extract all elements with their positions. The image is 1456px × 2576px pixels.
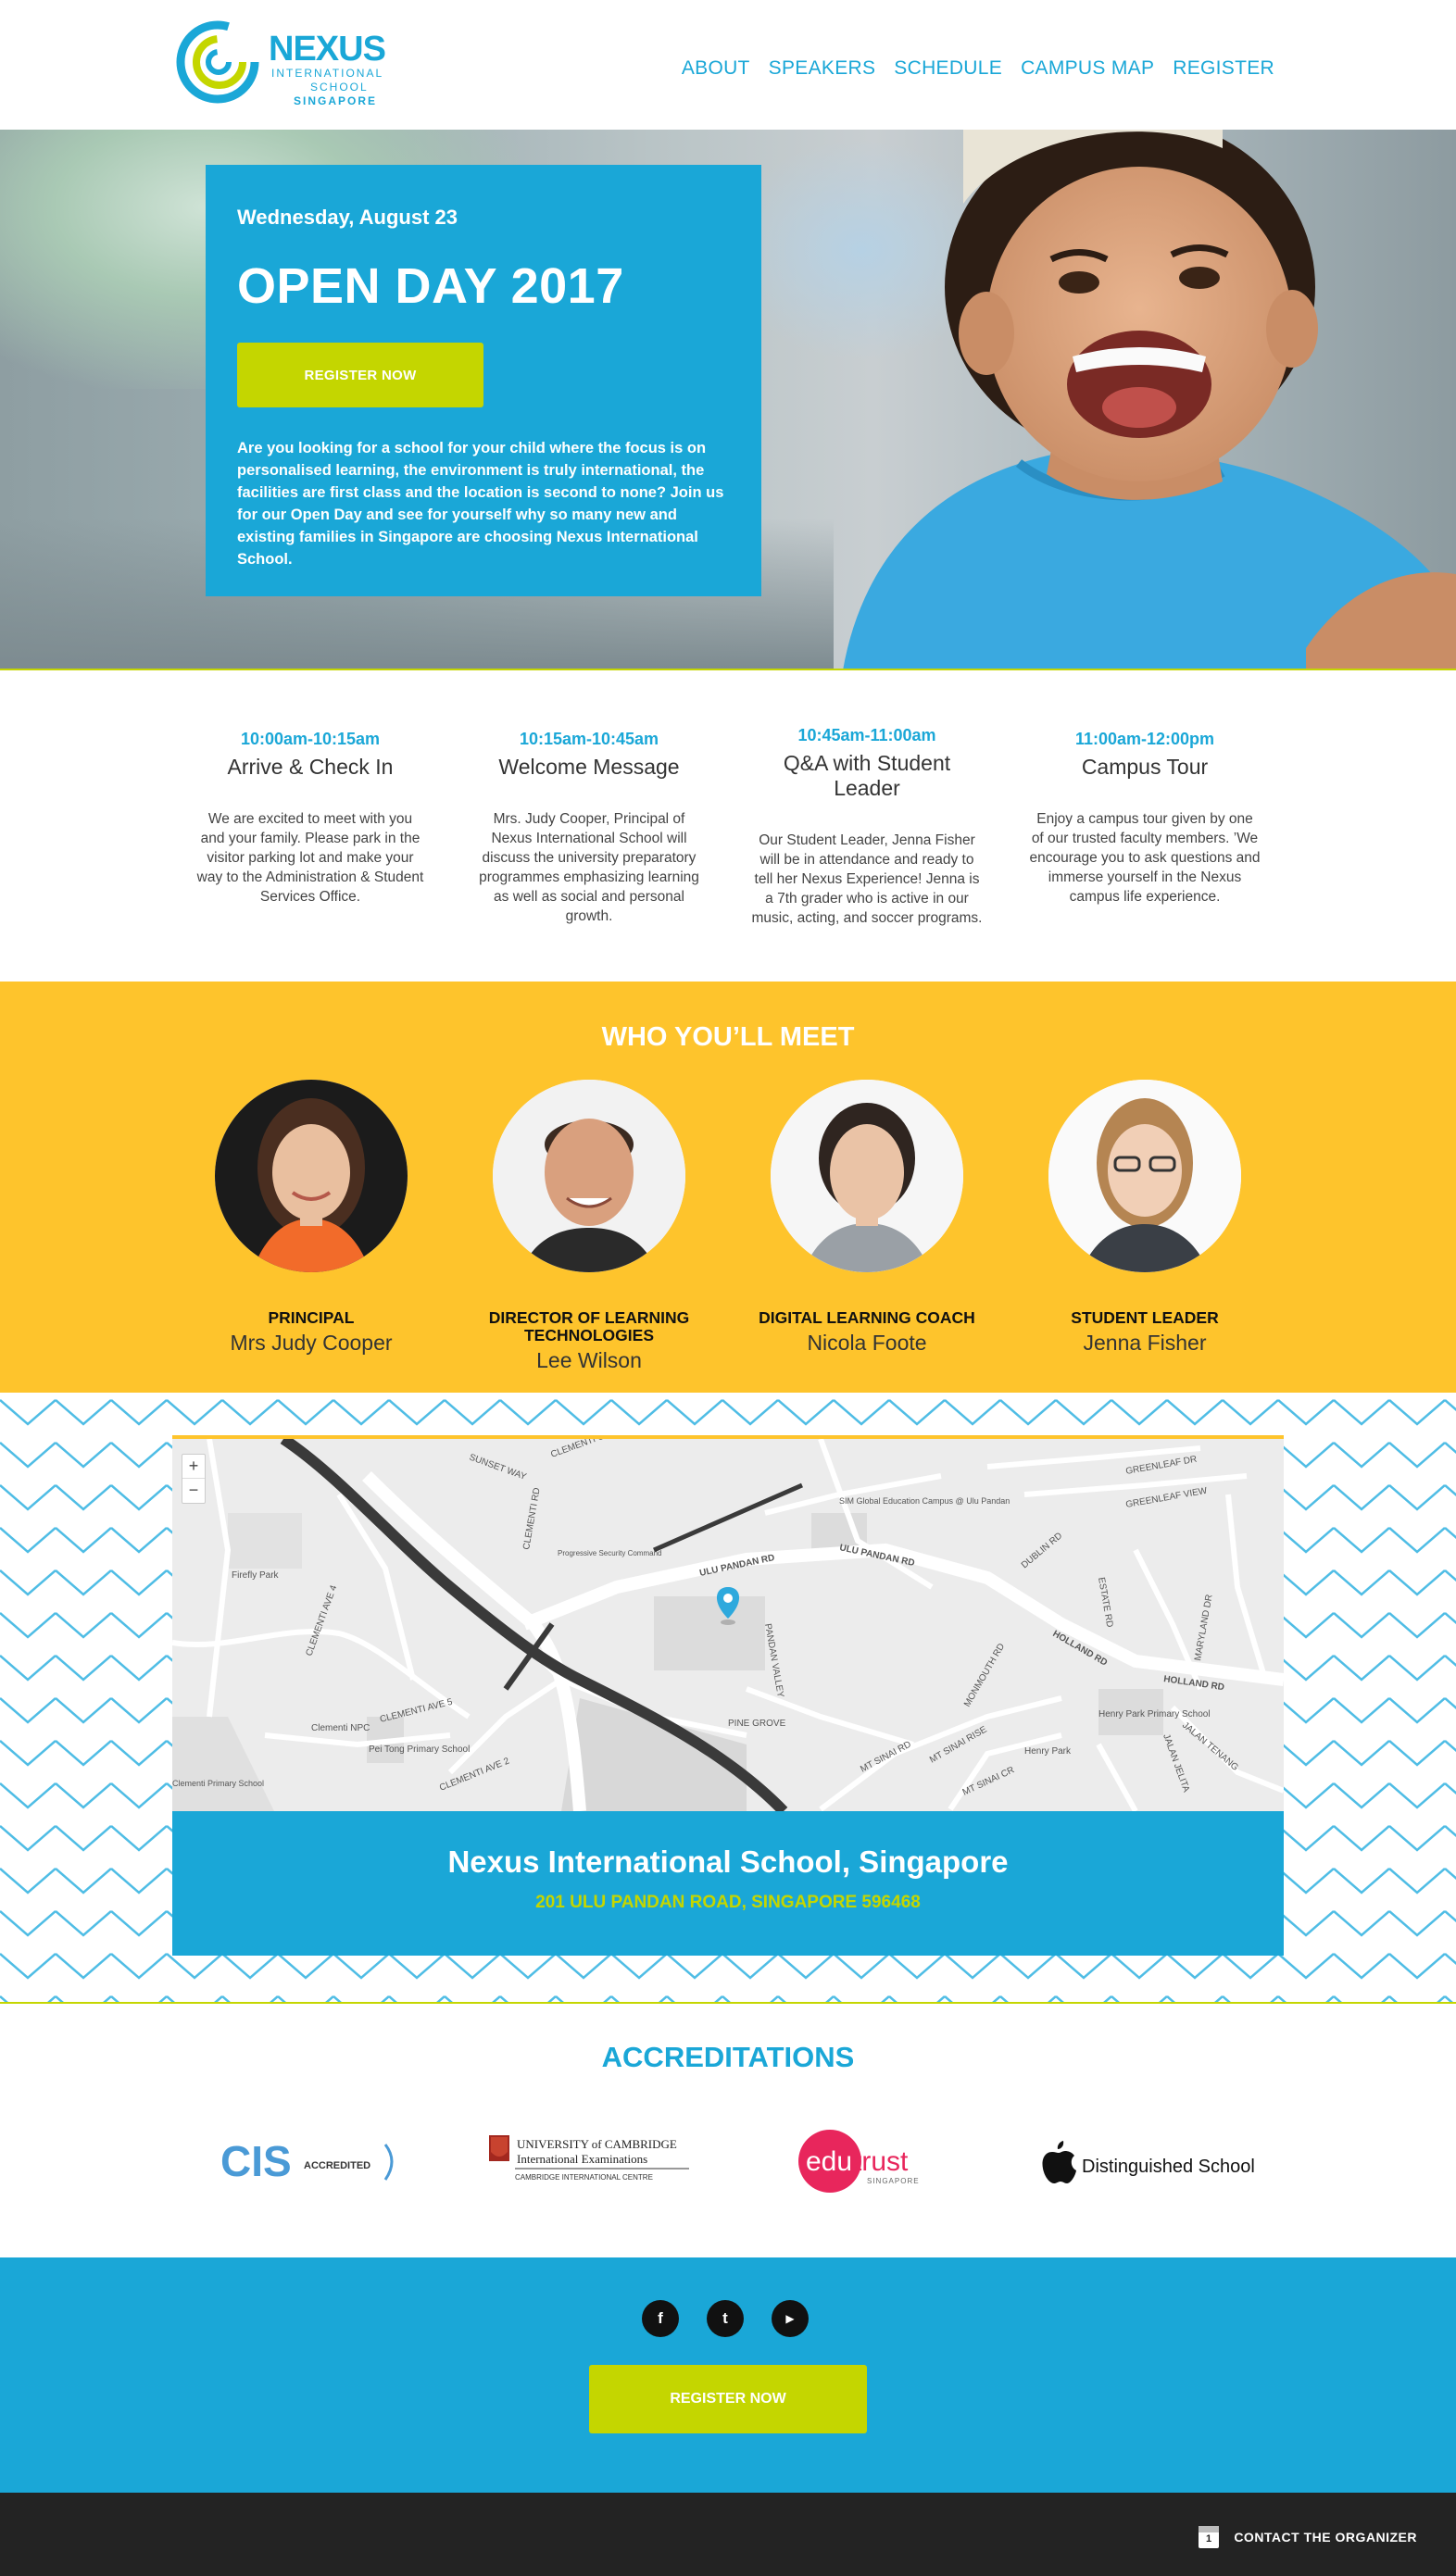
- school-address: 201 ULU PANDAN ROAD, SINGAPORE 596468: [535, 1893, 921, 1912]
- nav-register[interactable]: REGISTER: [1173, 57, 1274, 80]
- apple-distinguished-school-logo: Distinguished School: [1042, 2141, 1255, 2183]
- site-header: NEXUS INTERNATIONAL SCHOOL SINGAPORE ABO…: [0, 0, 1456, 130]
- logo-subline: SINGAPORE: [294, 94, 378, 107]
- schedule-item: 11:00am-12:00pm Campus Tour Enjoy a camp…: [1029, 730, 1261, 907]
- calendar-icon: 1: [1199, 2526, 1220, 2548]
- svg-text:CAMBRIDGE INTERNATIONAL CENTRE: CAMBRIDGE INTERNATIONAL CENTRE: [515, 2173, 653, 2182]
- speaker-role: PRINCIPAL: [268, 1308, 355, 1327]
- svg-text:CIS: CIS: [220, 2137, 292, 2185]
- map-label: Clementi Primary School: [172, 1779, 264, 1788]
- nav-campus-map[interactable]: CAMPUS MAP: [1021, 57, 1154, 80]
- logo-subline: INTERNATIONAL: [271, 67, 384, 80]
- schedule-description: Our Student Leader, Jenna Fisher will be…: [751, 832, 983, 926]
- schedule-item: 10:15am-10:45am Welcome Message Mrs. Jud…: [473, 730, 705, 926]
- map-label: PINE GROVE: [728, 1719, 786, 1729]
- accreditations-section: ACCREDITATIONS CIS ACCREDITED UNIVERSITY…: [0, 2004, 1456, 2257]
- schedule-time: 10:45am-11:00am: [797, 726, 936, 744]
- event-description: Are you looking for a school for your ch…: [237, 440, 724, 568]
- facebook-icon[interactable]: f: [642, 2300, 679, 2337]
- speaker-name: Mrs Judy Cooper: [230, 1331, 393, 1355]
- schedule-description: Enjoy a campus tour given by one of our …: [1029, 811, 1261, 905]
- hero-card: Wednesday, August 23 OPEN DAY 2017 REGIS…: [206, 165, 761, 596]
- apple-icon: [1042, 2141, 1076, 2183]
- bottom-bar: 1 CONTACT THE ORGANIZER: [0, 2493, 1456, 2576]
- schedule-title: Arrive & Check In: [227, 755, 394, 779]
- nexus-logo[interactable]: NEXUS INTERNATIONAL SCHOOL SINGAPORE: [176, 19, 398, 111]
- speaker-card: PRINCIPAL Mrs Judy Cooper: [191, 1080, 432, 1356]
- map-label: Henry Park Primary School: [1098, 1709, 1211, 1719]
- speaker-name: Lee Wilson: [536, 1348, 642, 1372]
- youtube-icon[interactable]: ▶: [772, 2300, 809, 2337]
- speaker-role: STUDENT LEADER: [1071, 1308, 1219, 1327]
- zoom-in-button[interactable]: +: [182, 1455, 205, 1479]
- schedule-title: Campus Tour: [1081, 755, 1209, 779]
- schedule-time: 11:00am-12:00pm: [1074, 730, 1215, 748]
- speaker-name: Jenna Fisher: [1083, 1331, 1207, 1355]
- cambridge-logo: UNIVERSITY of CAMBRIDGE International Ex…: [489, 2135, 689, 2182]
- map-label: Henry Park: [1024, 1746, 1072, 1757]
- logo-wordmark: NEXUS: [269, 30, 386, 69]
- schedule-description: We are excited to meet with you and your…: [196, 811, 424, 905]
- speaker-photo: [215, 1080, 408, 1272]
- map-label: Pei Tong Primary School: [369, 1744, 470, 1755]
- speakers-section: WHO YOU’LL MEET PRINCIPAL Mrs Judy Coope…: [0, 982, 1456, 1393]
- contact-organizer-label: CONTACT THE ORGANIZER: [1234, 2530, 1417, 2545]
- social-links: f t ▶: [642, 2300, 809, 2337]
- schedule-title: Welcome Message: [498, 755, 680, 779]
- svg-text:trust: trust: [854, 2146, 909, 2177]
- calendar-icon-day: 1: [1206, 2533, 1212, 2545]
- event-date: Wednesday, August 23: [237, 206, 458, 229]
- map-label: Progressive Security Command: [558, 1549, 661, 1557]
- campus-map[interactable]: SUNSET WAY CLEMENTI CR CLEMENTI RD Firef…: [172, 1435, 1284, 1811]
- map-zoom-controls: + −: [182, 1454, 206, 1504]
- speaker-card: DIGITAL LEARNING COACH Nicola Foote: [747, 1080, 987, 1356]
- nav-schedule[interactable]: SCHEDULE: [894, 57, 1002, 80]
- logo-subline: SCHOOL: [310, 81, 369, 94]
- svg-text:edu: edu: [806, 2146, 852, 2177]
- school-name: Nexus International School, Singapore: [447, 1844, 1009, 1879]
- speaker-photo: [771, 1080, 963, 1272]
- schedule-time: 10:15am-10:45am: [519, 730, 659, 748]
- speaker-role: DIRECTOR OF LEARNING TECHNOLOGIES: [488, 1308, 690, 1344]
- schedule-description: Mrs. Judy Cooper, Principal of Nexus Int…: [479, 811, 699, 924]
- schedule-time: 10:00am-10:15am: [240, 730, 381, 748]
- map-canvas[interactable]: SUNSET WAY CLEMENTI CR CLEMENTI RD Firef…: [172, 1439, 1284, 1811]
- schedule-title: Q&A with Student Leader: [783, 751, 951, 800]
- speaker-photo: [493, 1080, 685, 1272]
- speaker-name: Nicola Foote: [807, 1331, 927, 1355]
- speaker-card: STUDENT LEADER Jenna Fisher: [1024, 1080, 1265, 1356]
- logo-spiral-icon: [176, 20, 259, 104]
- hero-register-button[interactable]: REGISTER NOW: [237, 343, 483, 407]
- map-label: Firefly Park: [232, 1570, 280, 1581]
- schedule-section: 10:00am-10:15am Arrive & Check In We are…: [0, 670, 1456, 982]
- svg-text:SINGAPORE: SINGAPORE: [867, 2177, 920, 2185]
- edutrust-logo: edu trust SINGAPORE: [798, 2130, 920, 2193]
- zoom-out-button[interactable]: −: [182, 1479, 205, 1503]
- speaker-role: DIGITAL LEARNING COACH: [759, 1308, 975, 1327]
- footer: f t ▶ REGISTER NOW: [0, 2257, 1456, 2493]
- map-label: SIM Global Education Campus @ Ulu Pandan: [839, 1496, 1010, 1506]
- svg-text:ACCREDITED: ACCREDITED: [304, 2160, 370, 2171]
- svg-text:UNIVERSITY of CAMBRIDGE: UNIVERSITY of CAMBRIDGE: [517, 2137, 677, 2151]
- footer-register-button[interactable]: REGISTER NOW: [589, 2365, 867, 2433]
- location-section: SUNSET WAY CLEMENTI CR CLEMENTI RD Firef…: [0, 1393, 1456, 2004]
- event-title: OPEN DAY 2017: [237, 258, 624, 314]
- speakers-heading: WHO YOU’LL MEET: [601, 1022, 855, 1052]
- address-card: Nexus International School, Singapore 20…: [172, 1811, 1284, 1956]
- nav-about[interactable]: ABOUT: [682, 57, 750, 80]
- hero-child-photo: [843, 130, 1456, 670]
- main-nav: ABOUT SPEAKERS SCHEDULE CAMPUS MAP REGIS…: [682, 57, 1274, 80]
- nav-speakers[interactable]: SPEAKERS: [769, 57, 876, 80]
- cis-accredited-logo: CIS ACCREDITED: [220, 2137, 394, 2185]
- speaker-photo: [1048, 1080, 1241, 1272]
- speaker-card: DIRECTOR OF LEARNING TECHNOLOGIES Lee Wi…: [469, 1080, 709, 1373]
- svg-text:International Examinations: International Examinations: [517, 2152, 647, 2166]
- twitter-icon[interactable]: t: [707, 2300, 744, 2337]
- schedule-item: 10:00am-10:15am Arrive & Check In We are…: [195, 730, 426, 907]
- accreditations-heading: ACCREDITATIONS: [601, 2041, 855, 2073]
- contact-organizer-link[interactable]: 1 CONTACT THE ORGANIZER: [1199, 2526, 1417, 2548]
- schedule-item: 10:45am-11:00am Q&A with Student Leader …: [751, 726, 983, 928]
- svg-text:Distinguished School: Distinguished School: [1082, 2157, 1255, 2177]
- map-label: Clementi NPC: [311, 1723, 370, 1733]
